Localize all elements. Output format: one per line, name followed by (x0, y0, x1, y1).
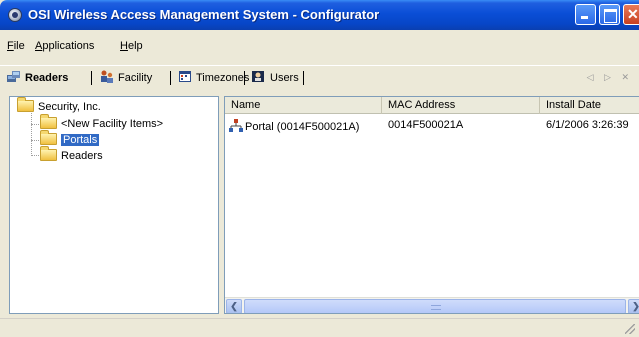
folder-icon (40, 114, 57, 129)
portal-network-icon (229, 119, 243, 132)
tree-connector (31, 140, 39, 141)
users-icon (252, 70, 266, 83)
tab-readers[interactable]: Readers (7, 70, 68, 86)
tree-connector (31, 155, 39, 156)
menu-file[interactable]: File (7, 40, 25, 52)
portal-list[interactable]: Name MAC Address Install Date Portal (00… (224, 96, 639, 314)
tab-scroll-arrows[interactable]: ◁ ▷ ✕ (587, 72, 633, 83)
window-title: OSI Wireless Access Management System - … (28, 7, 380, 22)
column-header-name[interactable]: Name (225, 97, 382, 114)
app-icon (8, 8, 22, 22)
folder-open-icon (40, 130, 57, 145)
facility-tree[interactable]: Security, Inc. <New Facility Items> Port… (9, 96, 219, 314)
tree-connector (31, 113, 32, 156)
tab-toolbar: Readers Facility Timezones Users ◁ ▷ ✕ (0, 65, 639, 87)
tree-node-root[interactable]: Security, Inc. (17, 97, 101, 113)
app-window: OSI Wireless Access Management System - … (0, 0, 639, 337)
status-bar (0, 318, 639, 337)
timezones-icon (178, 70, 192, 83)
menu-help[interactable]: Help (120, 40, 143, 52)
menu-bar: File Applications Help (0, 38, 639, 56)
menu-applications[interactable]: Applications (35, 40, 94, 52)
cell-mac-address: 0014F500021A (388, 119, 464, 131)
tab-users[interactable]: Users (252, 70, 299, 86)
readers-icon (7, 70, 21, 83)
toolbar-separator (303, 71, 304, 85)
maximize-button[interactable] (599, 4, 620, 25)
folder-icon (40, 146, 57, 161)
list-header: Name MAC Address Install Date (225, 97, 639, 114)
column-header-mac-address[interactable]: MAC Address (382, 97, 540, 114)
scroll-right-button[interactable]: ❯ (628, 299, 639, 313)
minimize-button[interactable] (575, 4, 596, 25)
facility-icon (100, 70, 114, 83)
toolbar-separator (244, 71, 245, 85)
cell-name: Portal (0014F500021A) (229, 119, 359, 133)
tree-connector (31, 124, 39, 125)
cell-install-date: 6/1/2006 3:26:39 (546, 119, 629, 131)
tree-node-new-facility-items[interactable]: <New Facility Items> (40, 114, 163, 130)
title-bar[interactable]: OSI Wireless Access Management System - … (0, 0, 639, 30)
tab-timezones[interactable]: Timezones (178, 70, 249, 86)
scroll-thumb[interactable] (244, 299, 626, 313)
scroll-left-button[interactable]: ❮ (226, 299, 242, 313)
tree-node-readers[interactable]: Readers (40, 146, 103, 162)
column-header-install-date[interactable]: Install Date (540, 97, 639, 114)
close-button[interactable] (623, 4, 639, 25)
tree-node-portals[interactable]: Portals (40, 130, 100, 146)
scroll-grip (431, 305, 441, 310)
resize-grip-icon[interactable] (625, 324, 635, 334)
tab-facility[interactable]: Facility (100, 70, 152, 86)
horizontal-scrollbar[interactable]: ❮ ❯ (225, 297, 639, 313)
folder-icon (17, 97, 34, 112)
list-item[interactable]: Portal (0014F500021A) 0014F500021A 6/1/2… (225, 118, 639, 134)
toolbar-separator (91, 71, 92, 85)
toolbar-separator (170, 71, 171, 85)
